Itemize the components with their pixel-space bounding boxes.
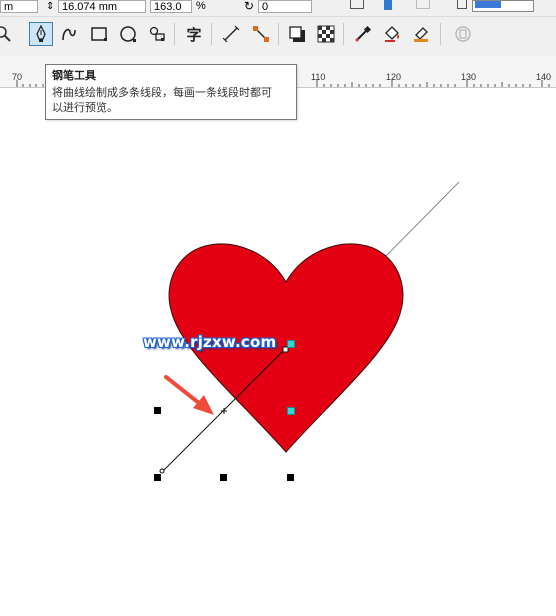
cyan-node[interactable]: [287, 340, 295, 348]
pen-path-start-node: [159, 468, 165, 474]
selection-handle[interactable]: [220, 474, 227, 481]
cyan-node[interactable]: [287, 407, 295, 415]
pen-tool-tooltip: 钢笔工具 将曲线绘制成多条线段，每画一条线段时都可 以进行预览。: [45, 64, 297, 120]
selection-handle[interactable]: [154, 407, 161, 414]
tooltip-line-2: 以进行预览。: [52, 101, 118, 114]
annotation-arrow-head: [193, 395, 214, 415]
guide-line: [383, 181, 460, 259]
selection-handle[interactable]: [287, 474, 294, 481]
tooltip-title: 钢笔工具: [52, 69, 96, 82]
selection-handle[interactable]: [154, 474, 161, 481]
watermark-text: www.rjzxw.com: [143, 333, 277, 351]
tooltip-line-1: 将曲线绘制成多条线段，每画一条线段时都可: [52, 86, 272, 99]
pen-cursor: [221, 408, 227, 414]
